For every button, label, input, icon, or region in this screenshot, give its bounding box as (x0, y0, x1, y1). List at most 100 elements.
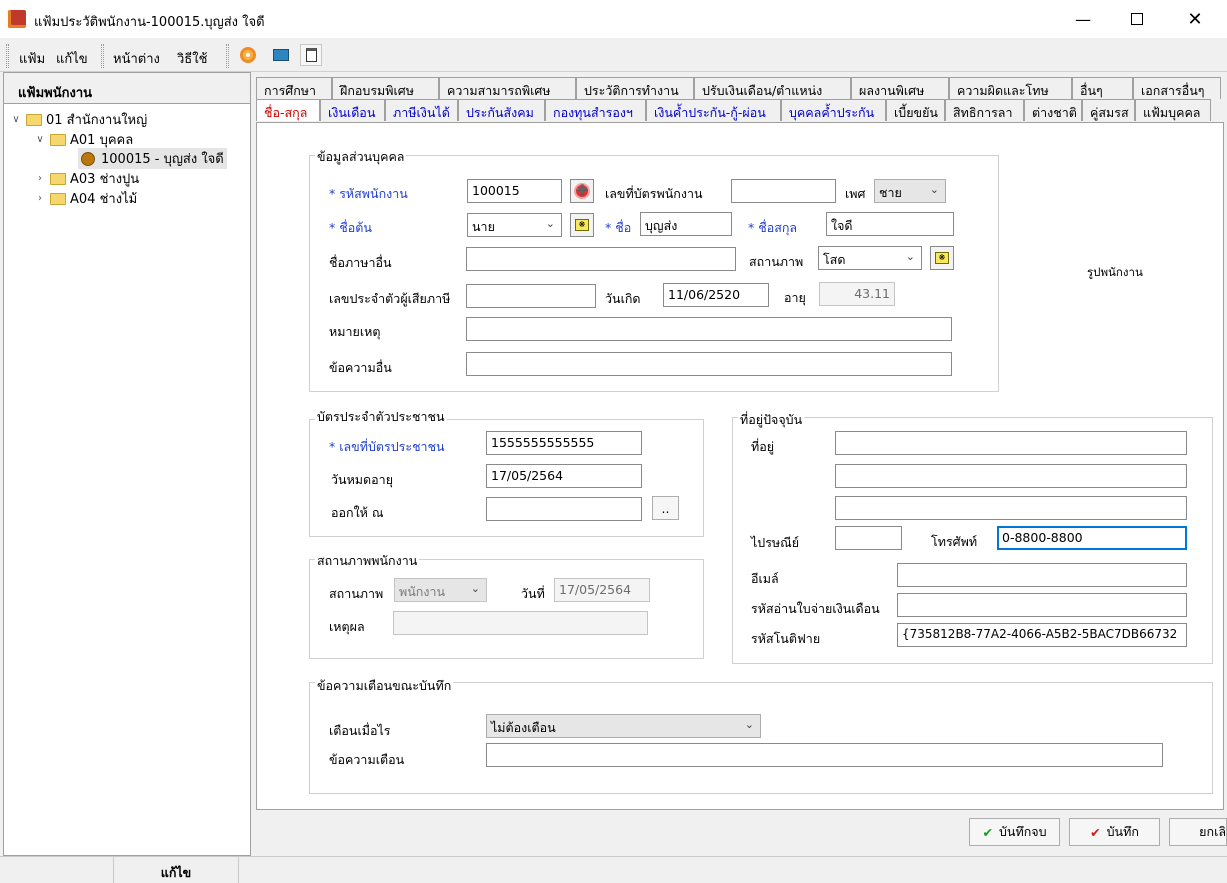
tree-header: แฟ้มพนักงาน (4, 73, 250, 104)
lookup-button[interactable]: ➕ (570, 179, 594, 203)
menu-edit[interactable]: แก้ไข (56, 48, 88, 69)
zip-input[interactable] (835, 526, 902, 550)
prefix-select[interactable]: นาย ⌄ (467, 213, 562, 237)
expand-icon[interactable]: › (34, 173, 46, 184)
collapse-icon[interactable]: ∨ (34, 134, 46, 145)
toolbar-grip (101, 44, 104, 68)
zip-label: ไปรษณีย์ (751, 535, 800, 550)
tab-social-security[interactable]: ประกันสังคม (458, 99, 545, 121)
menu-window[interactable]: หน้าต่าง (113, 48, 160, 69)
app-icon (8, 10, 26, 28)
tab-diligence[interactable]: เบี้ยขยัน (886, 99, 945, 121)
tax-id-input[interactable] (466, 284, 596, 308)
expand-icon[interactable]: › (34, 193, 46, 204)
chevron-down-icon: ⌄ (470, 582, 480, 595)
chevron-down-icon: ⌄ (744, 718, 754, 731)
target-icon[interactable] (237, 44, 259, 66)
birth-date-input[interactable]: 11/06/2520 (663, 283, 769, 307)
email-input[interactable] (897, 563, 1187, 587)
notify-code-input[interactable]: {735812B8-77A2-4066-A5B2-5BAC7DB66732 (897, 623, 1187, 647)
tree-node-employee-100015[interactable]: 100015 - บุญส่ง ใจดี (78, 148, 227, 169)
prefix-lookup-button[interactable]: ❋ (570, 213, 594, 237)
check-red-icon: ✔ (1090, 824, 1101, 840)
tab-guarantee-loan[interactable]: เงินค้ำประกัน-กู้-ผ่อน (646, 99, 781, 121)
tree-node-a03[interactable]: › A03 ช่างปูน (34, 168, 139, 189)
phone-input[interactable]: 0-8800-8800 (997, 526, 1187, 550)
phone-label: โทรศัพท์ (931, 534, 978, 549)
surname-input[interactable]: ใจดี (826, 212, 954, 236)
toolbar-grip (226, 44, 229, 68)
chevron-down-icon: ⌄ (929, 183, 939, 196)
gender-value: ชาย (879, 185, 902, 200)
alert-message-input[interactable] (486, 743, 1163, 767)
employee-photo-label: รูปพนักงาน (1087, 265, 1143, 279)
remark-input[interactable] (466, 317, 952, 341)
save-button[interactable]: ✔ บันทึก (1069, 818, 1160, 846)
card-no-label: เลขที่บัตรพนักงาน (605, 186, 703, 201)
address-line2-input[interactable] (835, 464, 1187, 488)
tab-misconduct[interactable]: ความผิดและโทษ (949, 77, 1072, 99)
tab-income-tax[interactable]: ภาษีเงินได้ (385, 99, 458, 121)
tab-foreigner[interactable]: ต่างชาติ (1024, 99, 1082, 121)
payslip-code-input[interactable] (897, 593, 1187, 617)
tree-node-a04[interactable]: › A04 ช่างไม้ (34, 188, 137, 209)
tab-personal-file[interactable]: แฟ้มบุคคล (1135, 99, 1211, 121)
id-expire-input[interactable]: 17/05/2564 (486, 464, 642, 488)
close-button[interactable]: ✕ (1168, 0, 1222, 38)
cancel-button[interactable]: ยกเลิ (1169, 818, 1227, 846)
tab-education[interactable]: การศึกษา (256, 77, 332, 99)
tab-work-history[interactable]: ประวัติการทำงาน (576, 77, 694, 99)
tab-others[interactable]: อื่นๆ (1072, 77, 1133, 99)
save-and-close-button[interactable]: ✔ บันทึกจบ (969, 818, 1060, 846)
name-input[interactable]: บุญส่ง (640, 212, 732, 236)
maximize-button[interactable] (1110, 0, 1164, 38)
menu-help[interactable]: วิธีใช้ (177, 48, 207, 69)
tab-provident-fund[interactable]: กองทุนสำรองฯ (545, 99, 646, 121)
marital-status-select[interactable]: โสด ⌄ (818, 246, 922, 270)
prefix-value: นาย (472, 219, 495, 234)
chevron-down-icon: ⌄ (905, 250, 915, 263)
note-icon: ❋ (935, 252, 949, 264)
other-message-label: ข้อความอื่น (329, 360, 392, 375)
browse-button[interactable]: .. (652, 496, 679, 520)
save-alert-group (309, 682, 1213, 794)
title-bar: แฟ้มประวัติพนักงาน-100015.บุญส่ง ใจดี — … (0, 0, 1227, 38)
tab-leave-rights[interactable]: สิทธิการลา (945, 99, 1024, 121)
reason-label: เหตุผล (329, 619, 365, 634)
other-message-input[interactable] (466, 352, 952, 376)
emp-status-label: สถานภาพ (329, 586, 384, 601)
id-issued-input[interactable] (486, 497, 642, 521)
id-no-input[interactable]: 1555555555555 (486, 431, 642, 455)
other-lang-label: ชื่อภาษาอื่น (329, 255, 392, 270)
collapse-icon[interactable]: ∨ (10, 114, 22, 125)
alert-when-select[interactable]: ไม่ต้องเตือน ⌄ (486, 714, 761, 738)
card-no-input[interactable] (731, 179, 836, 203)
menu-file[interactable]: แฟ้ม (19, 48, 45, 69)
id-issued-label: ออกให้ ณ (331, 505, 384, 520)
tab-salary[interactable]: เงินเดือน (320, 99, 385, 121)
clipboard-icon[interactable] (300, 44, 322, 66)
alert-when-label: เตือนเมื่อไร (329, 723, 391, 738)
tab-guarantor[interactable]: บุคคลค้ำประกัน (781, 99, 886, 121)
calculator-icon[interactable] (270, 44, 292, 66)
minimize-button[interactable]: — (1056, 0, 1110, 38)
status-edit-mode: แก้ไข (114, 857, 239, 883)
tab-name[interactable]: ชื่อ-สกุล (256, 99, 320, 121)
tab-training[interactable]: ฝึกอบรมพิเศษ (332, 77, 439, 99)
tab-salary-position-adjust[interactable]: ปรับเงินเดือน/ตำแหน่ง (694, 77, 851, 99)
tree-node-a01[interactable]: ∨ A01 บุคคล (34, 129, 133, 150)
other-lang-input[interactable] (466, 247, 736, 271)
gender-select[interactable]: ชาย ⌄ (874, 179, 946, 203)
status-lookup-button[interactable]: ❋ (930, 246, 954, 270)
check-icon: ✔ (982, 824, 993, 840)
tree-node-head-office[interactable]: ∨ 01 สำนักงานใหญ่ (10, 109, 147, 130)
emp-code-input[interactable]: 100015 (467, 179, 562, 203)
folder-icon (50, 192, 66, 205)
tab-spouse[interactable]: คู่สมรส (1082, 99, 1135, 121)
tab-special-performance[interactable]: ผลงานพิเศษ (851, 77, 949, 99)
address-line1-input[interactable] (835, 431, 1187, 455)
prefix-label: * ชื่อต้น (329, 220, 372, 235)
tab-special-skills[interactable]: ความสามารถพิเศษ (439, 77, 576, 99)
address-line3-input[interactable] (835, 496, 1187, 520)
tab-other-documents[interactable]: เอกสารอื่นๆ (1133, 77, 1221, 99)
